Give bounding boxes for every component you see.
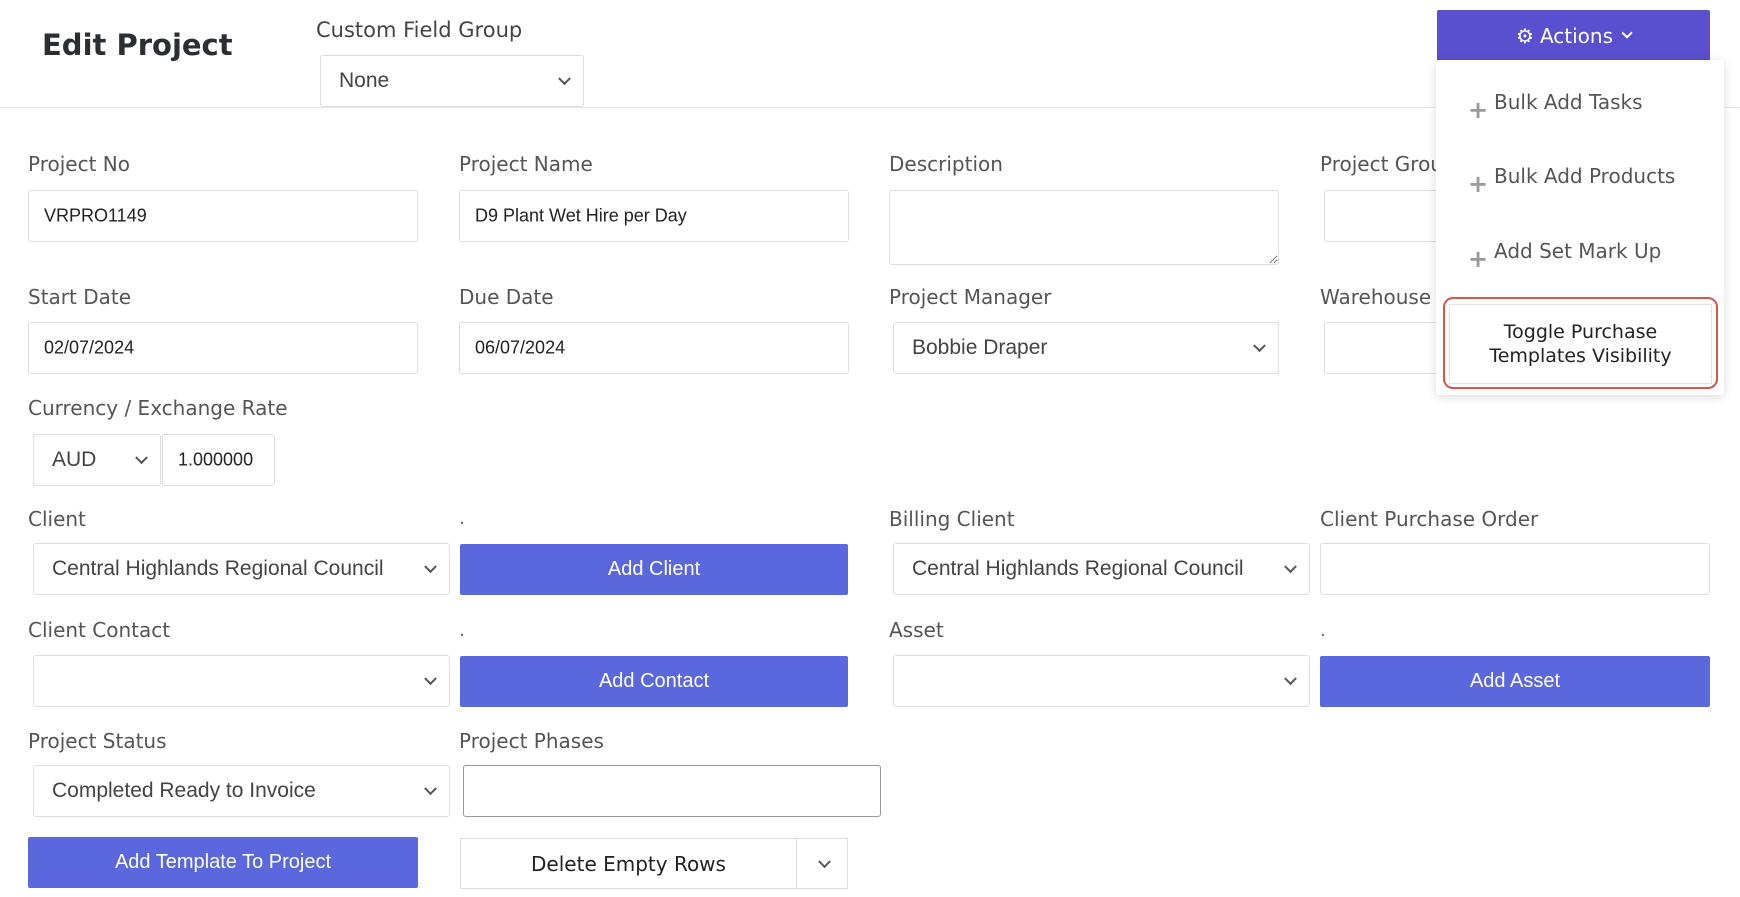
custom-field-group-select[interactable]: None [320, 55, 584, 107]
currency-select[interactable]: AUD [33, 434, 161, 486]
client-po-label: Client Purchase Order [1320, 507, 1539, 531]
actions-label: Actions [1539, 23, 1613, 48]
contact-spacer-dot: . [459, 620, 465, 641]
project-name-value: D9 Plant Wet Hire per Day [475, 205, 687, 226]
custom-field-group-label: Custom Field Group [316, 18, 523, 42]
client-contact-label: Client Contact [28, 618, 171, 642]
billing-client-select[interactable]: Central Highlands Regional Council [893, 543, 1310, 595]
due-date-input[interactable]: 06/07/2024 [459, 322, 849, 374]
delete-empty-rows-split-button: Delete Empty Rows [460, 838, 848, 889]
client-select[interactable]: Central Highlands Regional Council [33, 543, 450, 595]
project-group-input[interactable] [1324, 190, 1444, 242]
project-manager-label: Project Manager [889, 285, 1052, 309]
add-asset-button[interactable]: Add Asset [1320, 656, 1710, 707]
exchange-rate-input[interactable]: 1.000000 [162, 434, 275, 486]
due-date-value: 06/07/2024 [475, 337, 566, 358]
chevron-down-icon [1621, 27, 1633, 39]
client-spacer-dot: . [459, 508, 465, 529]
project-no-input[interactable]: VRPRO1149 [28, 190, 418, 242]
warehouse-input[interactable] [1324, 322, 1444, 374]
project-phases-input[interactable] [463, 765, 881, 817]
asset-label: Asset [889, 618, 944, 642]
project-no-value: VRPRO1149 [44, 205, 147, 226]
project-name-label: Project Name [459, 152, 593, 176]
billing-client-label: Billing Client [889, 507, 1015, 531]
chevron-down-icon [1284, 672, 1297, 686]
plus-icon: + [1468, 245, 1489, 273]
gear-icon: ⚙ [1516, 23, 1534, 48]
start-date-label: Start Date [28, 285, 132, 309]
add-client-button[interactable]: Add Client [460, 544, 848, 595]
asset-select[interactable] [893, 655, 1310, 707]
description-textarea[interactable] [889, 190, 1279, 265]
client-po-input[interactable] [1320, 543, 1710, 595]
project-phases-label: Project Phases [459, 729, 604, 753]
project-status-label: Project Status [28, 729, 167, 753]
description-label: Description [889, 152, 1003, 176]
plus-icon: + [1468, 170, 1489, 198]
chevron-down-icon [1284, 560, 1297, 574]
billing-client-value: Central Highlands Regional Council [912, 557, 1244, 580]
project-no-label: Project No [28, 152, 130, 176]
warehouse-label: Warehouse [1320, 285, 1432, 309]
currency-label: Currency / Exchange Rate [28, 396, 288, 420]
chevron-down-icon [135, 451, 148, 465]
add-template-button[interactable]: Add Template To Project [28, 837, 418, 888]
project-status-select[interactable]: Completed Ready to Invoice [33, 765, 450, 817]
delete-empty-rows-button[interactable]: Delete Empty Rows [461, 839, 796, 888]
menu-item-label: Bulk Add Products [1494, 164, 1676, 188]
menu-item-toggle-purchase-templates[interactable]: Toggle Purchase Templates Visibility [1449, 304, 1712, 384]
menu-item-label: Toggle Purchase Templates Visibility [1489, 321, 1672, 367]
chevron-down-icon [1253, 339, 1266, 353]
project-status-value: Completed Ready to Invoice [52, 779, 316, 802]
start-date-input[interactable]: 02/07/2024 [28, 322, 418, 374]
menu-item-bulk-add-tasks[interactable]: + Bulk Add Tasks [1468, 90, 1643, 124]
project-group-label: Project Grou [1320, 152, 1443, 176]
client-label: Client [28, 507, 86, 531]
project-manager-select[interactable]: Bobbie Draper [893, 322, 1279, 374]
asset-spacer-dot: . [1320, 620, 1326, 641]
client-contact-select[interactable] [33, 655, 450, 707]
start-date-value: 02/07/2024 [44, 337, 135, 358]
custom-field-group-value: None [339, 69, 390, 92]
actions-button[interactable]: ⚙ Actions [1437, 10, 1710, 61]
project-manager-value: Bobbie Draper [912, 336, 1048, 359]
chevron-down-icon [424, 560, 437, 574]
menu-item-label: Add Set Mark Up [1494, 239, 1662, 263]
chevron-down-icon [424, 782, 437, 796]
menu-item-label: Bulk Add Tasks [1494, 90, 1643, 114]
chevron-down-icon [818, 854, 831, 868]
menu-item-add-set-mark-up[interactable]: + Add Set Mark Up [1468, 239, 1662, 273]
delete-empty-rows-dropdown-toggle[interactable] [797, 839, 847, 888]
add-contact-button[interactable]: Add Contact [460, 656, 848, 707]
currency-value: AUD [52, 448, 97, 471]
chevron-down-icon [424, 672, 437, 686]
chevron-down-icon [558, 72, 571, 86]
menu-item-bulk-add-products[interactable]: + Bulk Add Products [1468, 164, 1676, 198]
client-value: Central Highlands Regional Council [52, 557, 384, 580]
project-name-input[interactable]: D9 Plant Wet Hire per Day [459, 190, 849, 242]
due-date-label: Due Date [459, 285, 554, 309]
exchange-rate-value: 1.000000 [178, 449, 254, 470]
page-title: Edit Project [42, 28, 233, 62]
plus-icon: + [1468, 96, 1489, 124]
